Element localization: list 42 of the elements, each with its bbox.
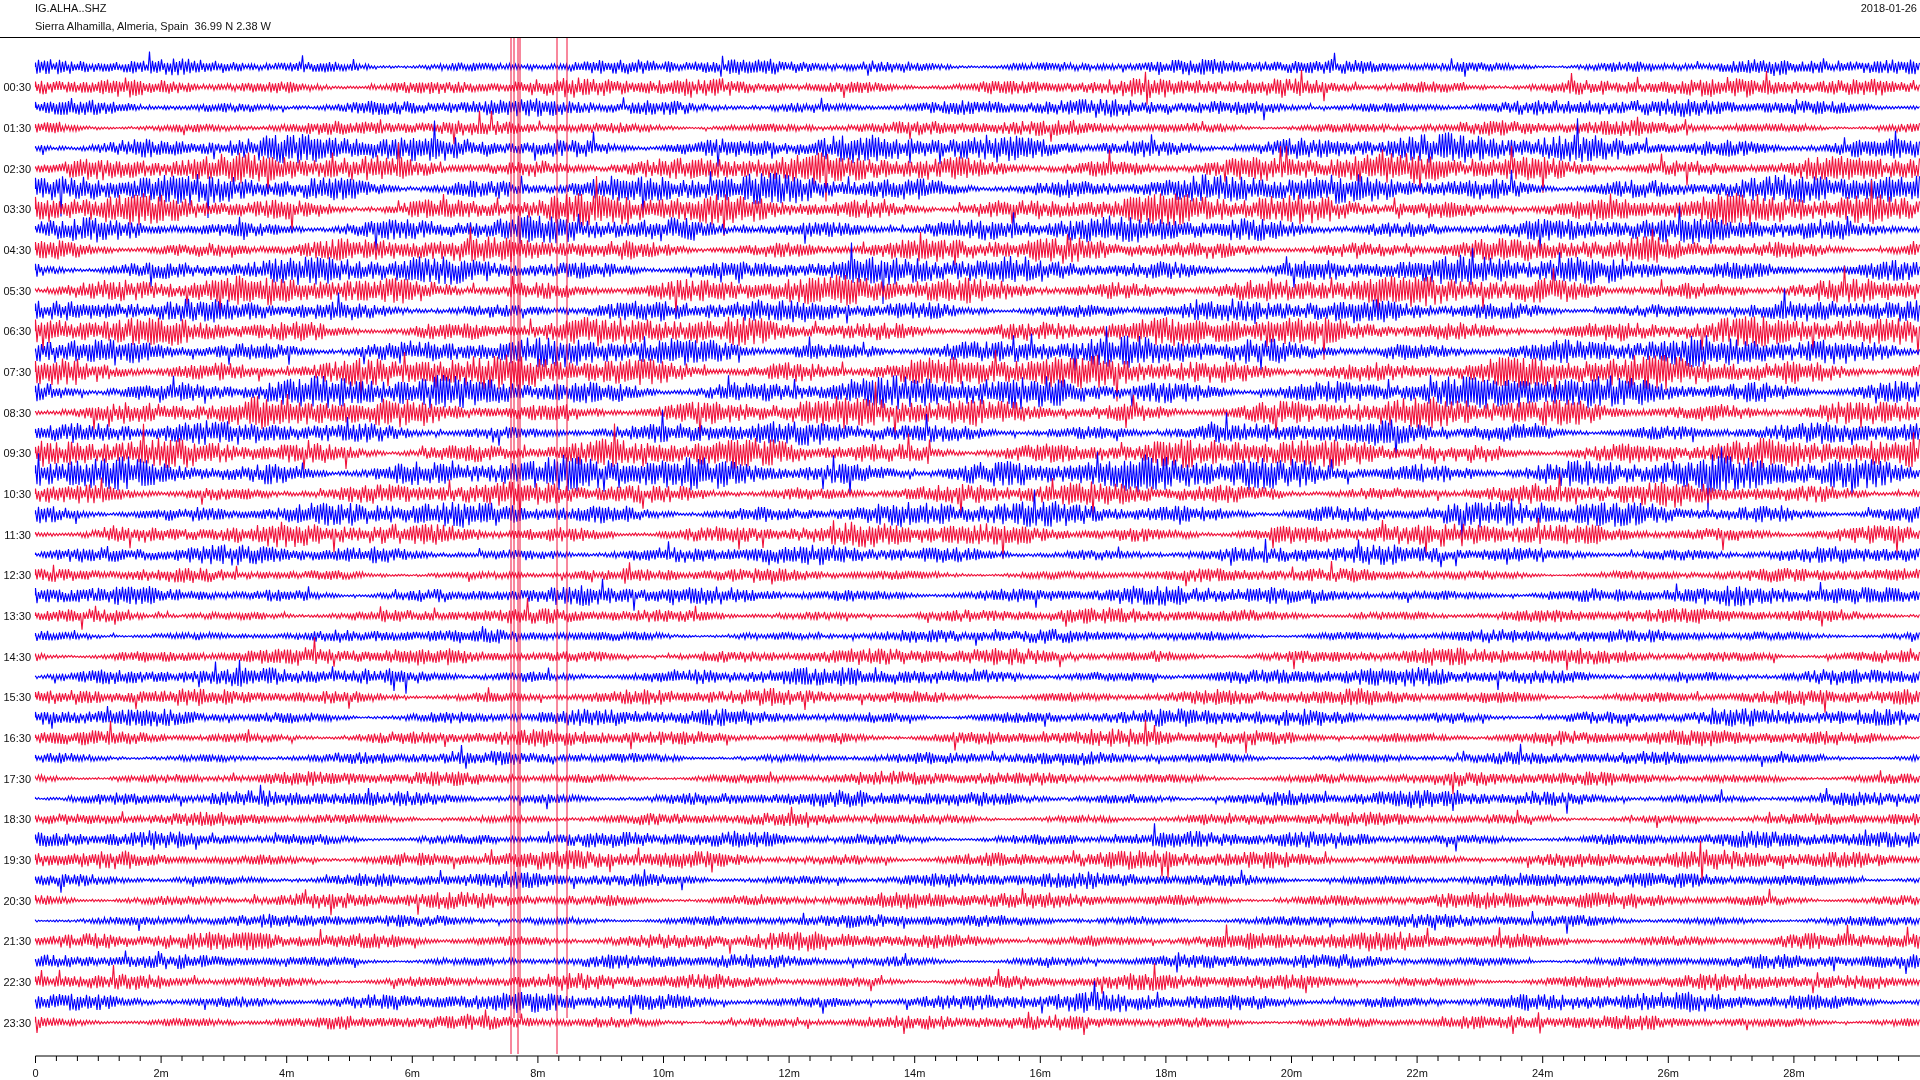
time-label: 20:30 [3,894,31,907]
axis-tick-label: 12m [778,1067,800,1079]
axis-tick-label: 2m [153,1067,169,1079]
time-label: 11:30 [4,528,31,541]
axis-tick-label: 20m [1280,1067,1303,1079]
time-label: 15:30 [3,691,31,704]
time-label: 09:30 [3,447,31,460]
axis-tick-label: 0 [32,1067,39,1079]
time-label: 05:30 [3,284,31,297]
axis-tick-label: 26m [1657,1067,1679,1079]
axis-tick-label: 4m [279,1067,295,1079]
axis-tick-label: 16m [1029,1067,1051,1079]
time-label: 17:30 [3,772,31,785]
axis-tick-label: 14m [904,1067,926,1079]
time-label: 16:30 [3,731,31,744]
time-label: 01:30 [3,122,31,134]
time-label: 13:30 [3,609,31,622]
station-code: IG.ALHA..SHZ [35,1,108,15]
axis-tick-label: 6m [404,1067,420,1079]
time-label: 10:30 [3,487,31,500]
axis-tick-label: 28m [1783,1067,1805,1079]
time-label: 06:30 [3,325,31,338]
time-label: 08:30 [3,406,31,419]
time-label: 07:30 [3,365,31,378]
time-label: 23:30 [3,1016,31,1029]
axis-tick-label: 24m [1532,1067,1554,1079]
time-label: 02:30 [3,162,31,175]
time-label: 00:30 [3,81,31,94]
time-label: 18:30 [3,813,31,826]
time-label: 14:30 [3,650,31,663]
time-label: 12:30 [3,569,31,582]
axis-tick-label: 18m [1155,1067,1177,1079]
axis-tick-label: 8m [530,1067,546,1079]
time-label: 19:30 [3,853,31,866]
record-date: 2018-01-26 [1860,1,1918,16]
time-label: 22:30 [3,975,31,988]
time-label: 03:30 [3,203,31,216]
time-label: 21:30 [3,935,31,948]
station-location: Sierra Alhamilla, Almeria, Spain 36.99 N 2.38 W [35,19,271,33]
axis-tick-label: 22m [1406,1067,1428,1079]
time-label: 04:30 [3,243,31,256]
axis-tick-label: 10m [652,1067,675,1079]
